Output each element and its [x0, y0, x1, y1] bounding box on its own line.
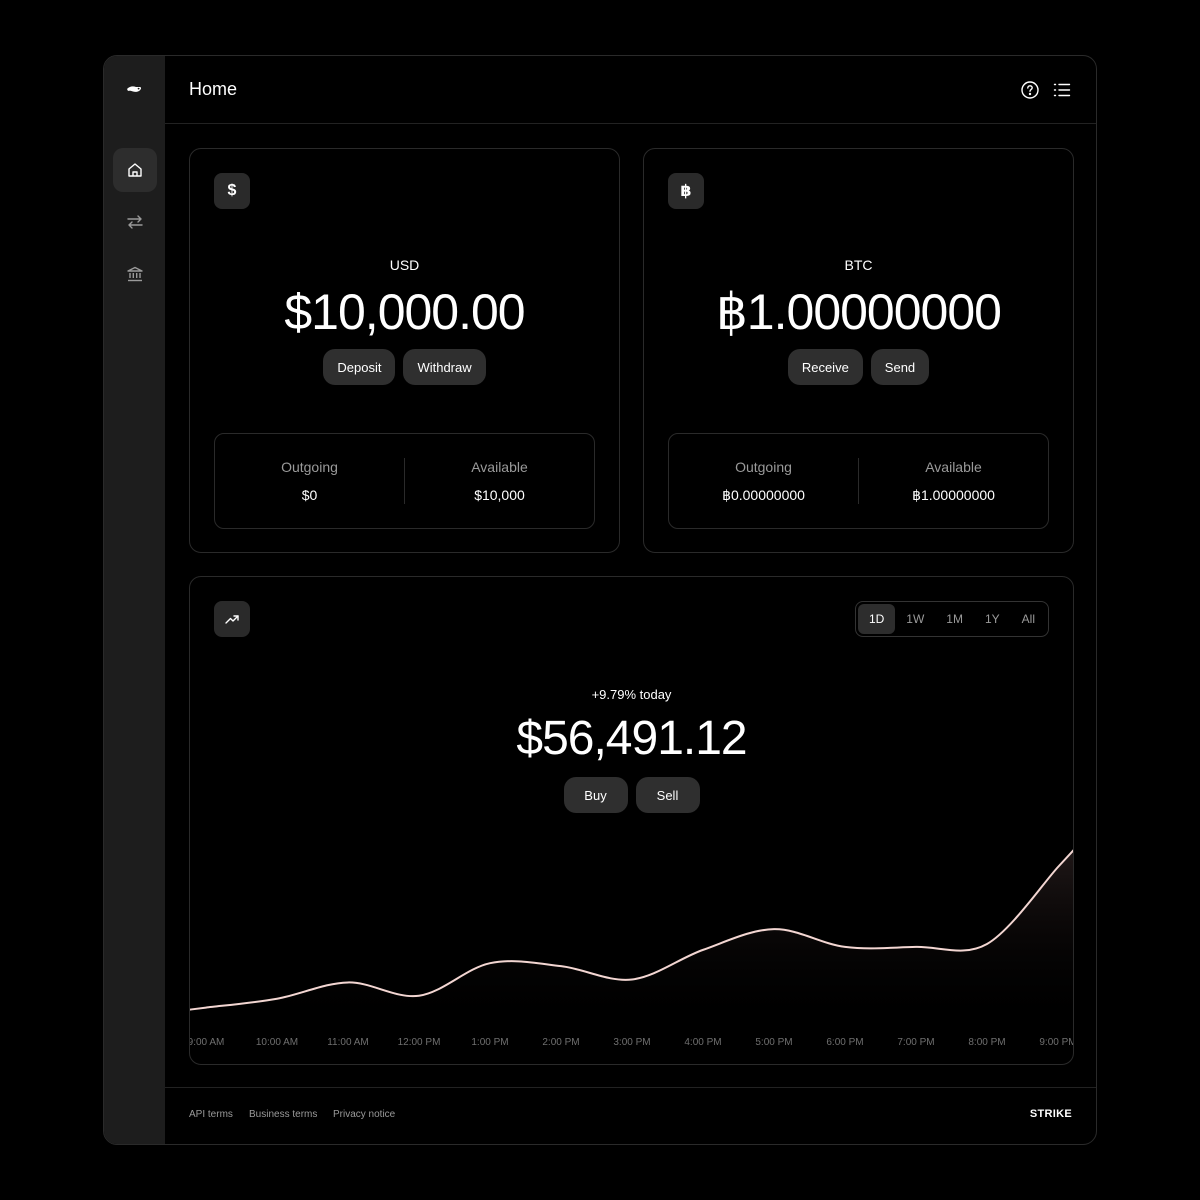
- usd-balance-amount: $10,000.00: [284, 284, 525, 340]
- dollar-icon: $: [214, 173, 250, 209]
- x-tick-label: 9:00 PM: [1039, 1037, 1074, 1048]
- btc-balance-amount: ฿1.00000000: [716, 284, 1002, 340]
- business-terms-link[interactable]: Business terms: [249, 1109, 317, 1120]
- btc-price-card: 1D 1W 1M 1Y All +9.79% today $56,491.12 …: [189, 576, 1074, 1065]
- api-terms-link[interactable]: API terms: [189, 1109, 233, 1120]
- trending-up-icon: [214, 601, 250, 637]
- x-tick-label: 1:00 PM: [471, 1037, 508, 1048]
- btc-outgoing-value: ฿0.00000000: [722, 486, 805, 503]
- footer: API terms Business terms Privacy notice …: [165, 1087, 1096, 1144]
- x-tick-label: 11:00 AM: [327, 1037, 369, 1048]
- usd-balance-card: $ USD $10,000.00 Deposit Withdraw Outgoi…: [189, 148, 620, 553]
- btc-price: $56,491.12: [516, 712, 747, 765]
- price-change-today: +9.79% today: [591, 687, 672, 702]
- sidebar-item-home[interactable]: [113, 148, 157, 192]
- range-tab-1y[interactable]: 1Y: [974, 604, 1011, 634]
- usd-label: USD: [389, 257, 420, 273]
- time-range-selector: 1D 1W 1M 1Y All: [854, 601, 1049, 637]
- range-tab-1m[interactable]: 1M: [935, 604, 974, 634]
- transfer-icon: [127, 215, 143, 229]
- deposit-button[interactable]: Deposit: [323, 349, 396, 385]
- x-tick-label: 8:00 PM: [968, 1037, 1005, 1048]
- usd-stats-box: Outgoing $0 Available $10,000: [214, 433, 595, 529]
- btc-balance-card: ฿ BTC ฿1.00000000 Receive Send Outgoing …: [643, 148, 1074, 553]
- sell-button[interactable]: Sell: [635, 777, 700, 813]
- sidebar-item-transfers[interactable]: [113, 200, 157, 244]
- x-tick-label: 2:00 PM: [542, 1037, 579, 1048]
- send-button[interactable]: Send: [870, 349, 930, 385]
- btc-available-label: Available: [925, 458, 982, 475]
- menu-button[interactable]: [1052, 80, 1072, 100]
- x-tick-label: 10:00 AM: [256, 1037, 298, 1048]
- help-icon: [1021, 81, 1039, 99]
- sidebar: [104, 56, 165, 1144]
- usd-outgoing-value: $0: [301, 487, 318, 503]
- btc-available-value: ฿1.00000000: [912, 486, 995, 503]
- bank-icon: [127, 266, 143, 282]
- privacy-notice-link[interactable]: Privacy notice: [333, 1109, 395, 1120]
- btc-stats-box: Outgoing ฿0.00000000 Available ฿1.000000…: [668, 433, 1049, 529]
- x-tick-label: 4:00 PM: [684, 1037, 721, 1048]
- btc-label: BTC: [844, 257, 873, 273]
- range-tab-1d[interactable]: 1D: [857, 604, 896, 634]
- range-tab-1w[interactable]: 1W: [895, 604, 935, 634]
- list-menu-icon: [1053, 83, 1071, 97]
- withdraw-button[interactable]: Withdraw: [403, 349, 486, 385]
- buy-button[interactable]: Buy: [563, 777, 628, 813]
- strike-brand: STRIKE: [1029, 1108, 1072, 1120]
- help-button[interactable]: [1020, 80, 1040, 100]
- usd-available-value: $10,000: [474, 487, 525, 503]
- chart-area-fill: [190, 850, 1073, 1029]
- x-tick-label: 3:00 PM: [613, 1037, 650, 1048]
- x-tick-label: 12:00 PM: [398, 1037, 441, 1048]
- x-tick-label: 6:00 PM: [826, 1037, 863, 1048]
- home-icon: [128, 163, 142, 177]
- price-chart: 9:00 AM 10:00 AM 11:00 AM 12:00 PM 1:00 PM 2:…: [190, 849, 1074, 1048]
- usd-available-label: Available: [471, 459, 528, 475]
- strike-logo-icon[interactable]: [124, 80, 144, 100]
- main-area: Home $ USD $10,000.00 Deposit Withdraw O…: [165, 56, 1096, 1144]
- usd-outgoing-label: Outgoing: [281, 459, 338, 475]
- range-tab-all[interactable]: All: [1011, 604, 1046, 634]
- top-bar: Home: [165, 56, 1096, 124]
- bitcoin-icon: ฿: [668, 173, 704, 209]
- app-window: Home $ USD $10,000.00 Deposit Withdraw O…: [103, 55, 1097, 1145]
- x-tick-label: 9:00 AM: [190, 1037, 224, 1048]
- btc-outgoing-label: Outgoing: [735, 458, 792, 475]
- receive-button[interactable]: Receive: [787, 349, 863, 385]
- x-tick-label: 7:00 PM: [897, 1037, 934, 1048]
- page-title: Home: [189, 79, 238, 99]
- sidebar-item-bank[interactable]: [113, 252, 157, 296]
- x-tick-label: 5:00 PM: [755, 1037, 792, 1048]
